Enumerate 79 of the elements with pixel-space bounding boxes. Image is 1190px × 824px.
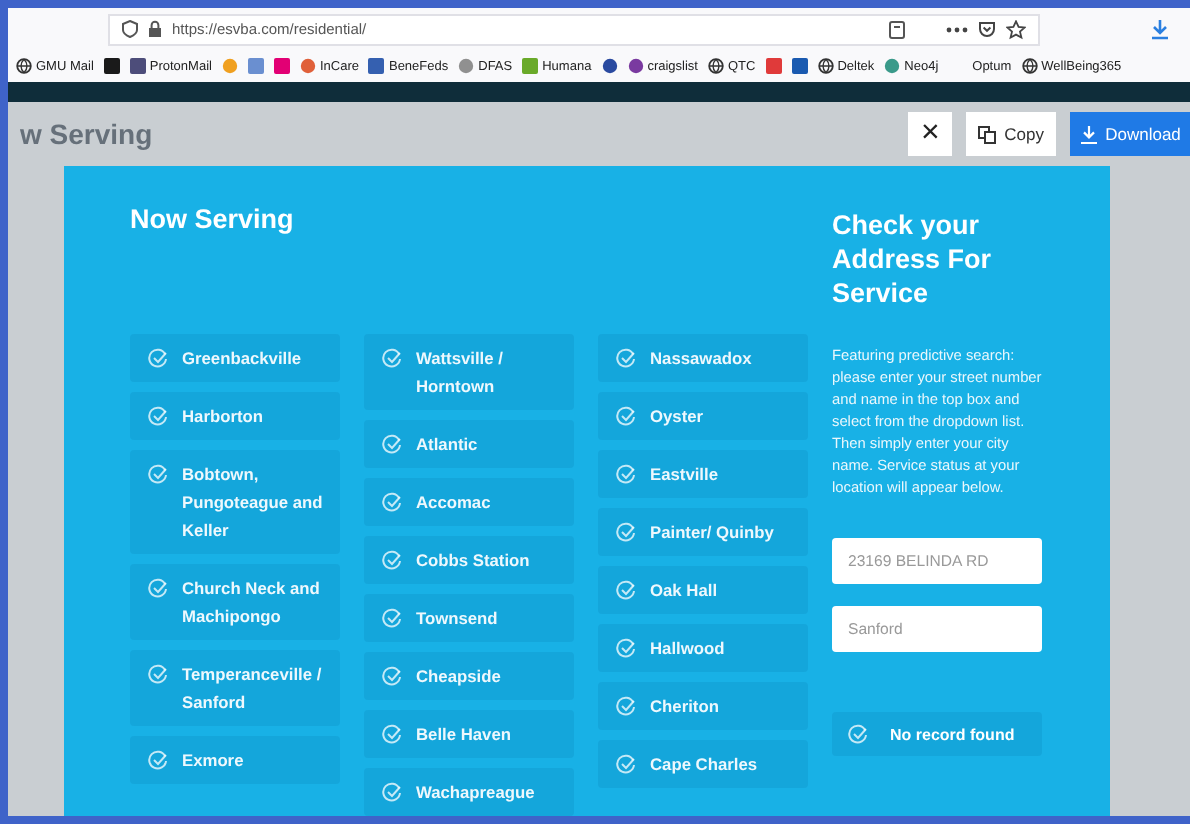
background-heading: w Serving [20,118,153,150]
check-circle-icon [148,664,168,684]
dot-icon[interactable] [627,58,644,74]
tile-icon[interactable] [103,58,120,74]
lock-icon [148,20,162,38]
tile-icon[interactable] [247,58,264,74]
dot-icon[interactable] [884,58,901,74]
area-name: Hallwood [650,636,725,662]
check-circle-icon [616,522,636,542]
download-icon[interactable] [1150,19,1170,39]
area-name: Church Neck and Machipongo [182,576,322,630]
pocket-icon[interactable] [978,20,996,38]
tile-icon[interactable] [765,58,782,74]
check-circle-icon [616,348,636,368]
area-name: Cheapside [416,664,501,690]
area-name: Accomac [416,490,491,516]
section-heading: Now Serving [130,204,296,238]
area-name: Exmore [182,748,244,774]
area-name: Oak Hall [650,578,718,604]
tile-icon[interactable] [368,58,385,74]
tile-icon[interactable] [273,58,290,74]
tile-icon[interactable] [129,58,146,74]
check-circle-icon [616,754,636,774]
check-circle-icon [382,724,402,744]
reader-view-icon[interactable] [888,19,906,39]
download-button[interactable]: Download [1070,112,1190,156]
area-name: Nassawadox [650,346,752,372]
area-name: Greenbackville [182,346,302,372]
area-name: Cheriton [650,694,719,720]
more-icon[interactable] [946,25,968,33]
area-name: Cape Charles [650,752,758,778]
area-name: Eastville [650,462,718,488]
area-name: Belle Haven [416,722,511,748]
check-circle-icon [382,434,402,454]
globe-icon[interactable] [817,58,834,74]
check-circle-icon [382,666,402,686]
globe-icon[interactable] [1021,58,1038,74]
check-circle-icon [148,348,168,368]
download-icon [1079,125,1098,143]
dot-icon[interactable] [221,58,238,74]
shield-icon [122,20,138,38]
dot-icon[interactable] [601,58,618,74]
area-name: Harborton [182,404,263,430]
check-circle-icon [382,550,402,570]
area-name: Atlantic [416,432,478,458]
tile-icon[interactable] [522,58,539,74]
copy-icon [978,125,997,143]
globe-icon[interactable] [707,58,724,74]
area-name: Oyster [650,404,704,430]
star-icon[interactable] [1006,19,1026,39]
section-heading: Check your Address For Service [832,208,994,312]
globe-icon[interactable] [16,58,32,74]
area-name: Townsend [416,606,498,632]
check-circle-icon [382,608,402,628]
check-circle-icon [616,406,636,426]
check-circle-icon [848,724,868,744]
check-circle-icon [616,638,636,658]
dot-icon[interactable] [458,58,475,74]
check-circle-icon [148,578,168,598]
area-name: Painter/ Quinby [650,520,774,546]
copy-button[interactable]: Copy [966,112,1056,156]
area-name: Temperanceville / Sanford [182,662,324,716]
check-circle-icon [616,464,636,484]
area-name: Wachapreague [416,780,535,806]
check-circle-icon [616,580,636,600]
area-name: Cobbs Station [416,548,530,574]
check-circle-icon [148,464,168,484]
area-name: Wattsville / Horntown [416,346,505,400]
check-circle-icon [148,406,168,426]
tile-icon[interactable] [791,58,808,74]
area-name: Bobtown, Pungoteague and Keller [182,462,325,544]
check-circle-icon [382,782,402,802]
check-circle-icon [148,750,168,770]
check-circle-icon [616,696,636,716]
result-text: No record found [890,725,1015,743]
dot-icon[interactable] [299,58,316,74]
check-circle-icon [382,492,402,512]
close-button[interactable]: × [908,112,953,156]
check-circle-icon [382,348,402,368]
